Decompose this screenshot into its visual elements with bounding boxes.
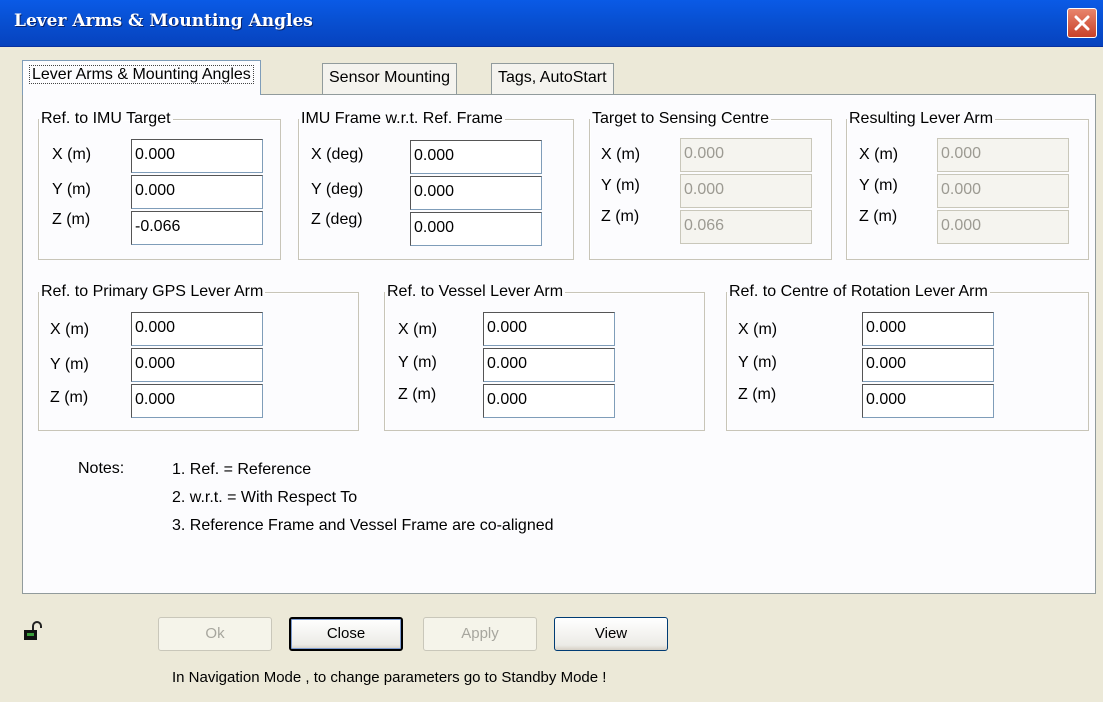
primary-gps-x-field[interactable]: 0.000 — [131, 312, 263, 346]
resulting-z-field: 0.000 — [937, 210, 1069, 244]
group-centre-rotation-title: Ref. to Centre of Rotation Lever Arm — [729, 283, 988, 300]
note-3: 3. Reference Frame and Vessel Frame are … — [172, 517, 554, 534]
vessel-y-field[interactable]: 0.000 — [483, 348, 615, 382]
group-resulting-title: Resulting Lever Arm — [849, 110, 994, 127]
tab-tags-autostart-label: Tags, AutoStart — [498, 69, 607, 86]
view-button[interactable]: View — [554, 617, 668, 651]
group-primary-gps-title: Ref. to Primary GPS Lever Arm — [41, 283, 264, 300]
target-sensing-x-field: 0.000 — [680, 138, 812, 172]
imu-target-x-field[interactable]: 0.000 — [131, 139, 263, 173]
unlocked-padlock-icon — [24, 621, 42, 640]
imu-frame-y-label: Y (deg) — [311, 181, 364, 198]
tab-tags-autostart[interactable]: Tags, AutoStart — [491, 63, 614, 94]
close-icon — [1074, 15, 1090, 31]
vessel-x-field[interactable]: 0.000 — [483, 312, 615, 346]
title-bar: Lever Arms & Mounting Angles — [0, 0, 1103, 47]
primary-gps-y-field[interactable]: 0.000 — [131, 348, 263, 382]
apply-button[interactable]: Apply — [423, 617, 537, 651]
ok-button[interactable]: Ok — [158, 617, 272, 651]
status-message: In Navigation Mode , to change parameter… — [172, 669, 607, 686]
group-imu-target-title: Ref. to IMU Target — [41, 110, 171, 127]
rotation-y-label: Y (m) — [738, 354, 777, 371]
resulting-y-label: Y (m) — [859, 177, 898, 194]
rotation-x-field[interactable]: 0.000 — [862, 312, 994, 346]
target-sensing-z-field: 0.066 — [680, 210, 812, 244]
rotation-y-field[interactable]: 0.000 — [862, 348, 994, 382]
rotation-z-label: Z (m) — [738, 386, 777, 403]
imu-target-z-label: Z (m) — [52, 211, 91, 228]
target-sensing-y-label: Y (m) — [601, 177, 640, 194]
tab-sensor-mounting[interactable]: Sensor Mounting — [322, 63, 457, 94]
target-sensing-y-field: 0.000 — [680, 174, 812, 208]
resulting-y-field: 0.000 — [937, 174, 1069, 208]
tab-lever-arms-label: Lever Arms & Mounting Angles — [29, 65, 254, 84]
tab-lever-arms[interactable]: Lever Arms & Mounting Angles — [22, 60, 261, 95]
close-button[interactable]: Close — [289, 617, 403, 651]
tab-sensor-mounting-label: Sensor Mounting — [329, 69, 450, 86]
resulting-x-label: X (m) — [859, 146, 899, 163]
vessel-z-label: Z (m) — [398, 386, 437, 403]
imu-target-x-label: X (m) — [52, 146, 92, 163]
group-target-sensing-title: Target to Sensing Centre — [592, 110, 769, 127]
resulting-x-field: 0.000 — [937, 138, 1069, 172]
imu-frame-x-label: X (deg) — [311, 146, 364, 163]
vessel-x-label: X (m) — [398, 321, 438, 338]
rotation-z-field[interactable]: 0.000 — [862, 384, 994, 418]
imu-frame-x-field[interactable]: 0.000 — [410, 140, 542, 174]
imu-frame-z-label: Z (deg) — [311, 211, 363, 228]
primary-gps-x-label: X (m) — [50, 321, 90, 338]
notes-heading: Notes: — [78, 460, 125, 477]
target-sensing-x-label: X (m) — [601, 146, 641, 163]
imu-target-y-field[interactable]: 0.000 — [131, 175, 263, 209]
rotation-x-label: X (m) — [738, 321, 778, 338]
imu-target-z-field[interactable]: -0.066 — [131, 211, 263, 245]
primary-gps-z-field[interactable]: 0.000 — [131, 384, 263, 418]
vessel-z-field[interactable]: 0.000 — [483, 384, 615, 418]
window-close-button[interactable] — [1067, 8, 1097, 38]
target-sensing-z-label: Z (m) — [601, 208, 640, 225]
resulting-z-label: Z (m) — [859, 208, 898, 225]
note-2: 2. w.r.t. = With Respect To — [172, 489, 358, 506]
primary-gps-z-label: Z (m) — [50, 389, 89, 406]
group-vessel-title: Ref. to Vessel Lever Arm — [387, 283, 564, 300]
note-1: 1. Ref. = Reference — [172, 461, 312, 478]
vessel-y-label: Y (m) — [398, 354, 437, 371]
group-imu-frame-title: IMU Frame w.r.t. Ref. Frame — [301, 110, 503, 127]
window-title: Lever Arms & Mounting Angles — [14, 11, 313, 31]
imu-frame-y-field[interactable]: 0.000 — [410, 176, 542, 210]
imu-target-y-label: Y (m) — [52, 181, 91, 198]
primary-gps-y-label: Y (m) — [50, 356, 89, 373]
imu-frame-z-field[interactable]: 0.000 — [410, 212, 542, 246]
